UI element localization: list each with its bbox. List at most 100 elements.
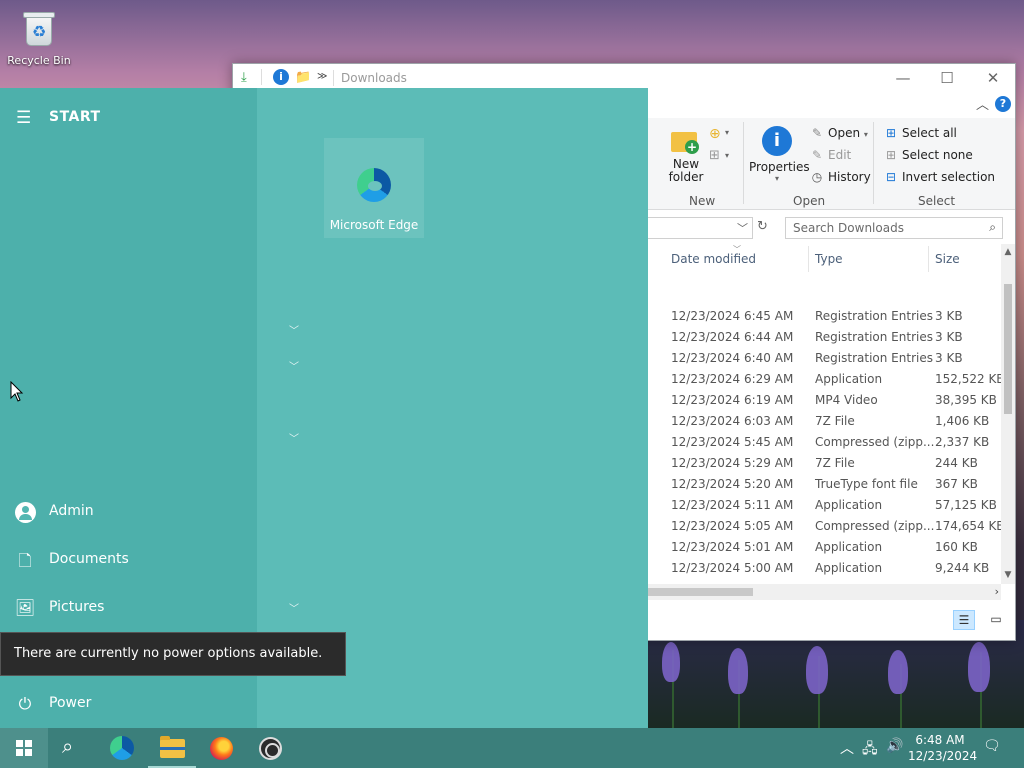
properties-button[interactable]: i Properties ▾ bbox=[749, 124, 810, 188]
tile-microsoft-edge[interactable]: Microsoft Edge bbox=[324, 138, 424, 238]
invert-selection-button[interactable]: ⊟ Invert selection bbox=[883, 170, 995, 184]
minimize-button[interactable]: — bbox=[881, 64, 925, 92]
properties-label: Properties bbox=[749, 160, 810, 174]
file-type: TrueType font file bbox=[815, 477, 918, 491]
details-view-icon[interactable]: ☰ bbox=[953, 610, 975, 630]
taskbar-file-explorer[interactable] bbox=[148, 728, 196, 768]
group-expand-chevron-icon[interactable]: ﹀ bbox=[289, 600, 299, 615]
taskbar-firefox[interactable] bbox=[197, 728, 245, 768]
easy-access-dropdown-icon[interactable]: ▾ bbox=[725, 151, 729, 160]
scroll-up-icon[interactable]: ▲ bbox=[1001, 247, 1015, 257]
sidebar-item-pictures-label: Pictures bbox=[49, 599, 105, 615]
windows-logo-icon bbox=[16, 740, 32, 756]
properties-dropdown-icon: ▾ bbox=[774, 174, 779, 183]
start-title: START bbox=[49, 109, 101, 125]
mouse-cursor-icon bbox=[10, 381, 24, 402]
edge-icon bbox=[110, 736, 134, 760]
column-header-date-modified[interactable]: Date modified bbox=[671, 252, 756, 266]
new-item-dropdown-icon[interactable]: ▾ bbox=[725, 128, 729, 137]
sidebar-item-documents-label: Documents bbox=[49, 551, 129, 567]
vertical-scroll-thumb[interactable] bbox=[1004, 284, 1012, 414]
scroll-right-icon[interactable]: › bbox=[995, 585, 999, 598]
file-type: 7Z File bbox=[815, 414, 855, 428]
user-avatar-icon bbox=[15, 502, 36, 523]
file-date-modified: 12/23/2024 6:44 AM bbox=[671, 330, 794, 344]
properties-quick-icon[interactable]: i bbox=[273, 69, 289, 85]
search-icon: ⌕ bbox=[989, 220, 996, 234]
file-size: 367 KB bbox=[935, 477, 978, 491]
group-expand-chevron-icon[interactable]: ﹀ bbox=[289, 430, 299, 445]
new-item-icon[interactable]: ⊕ bbox=[709, 126, 721, 142]
select-none-button[interactable]: ⊞ Select none bbox=[883, 148, 973, 162]
hamburger-menu-icon[interactable]: ☰ bbox=[16, 108, 31, 128]
network-icon[interactable]: 🖧 bbox=[862, 738, 878, 762]
action-center-icon[interactable]: 🗨 bbox=[983, 738, 1001, 754]
show-hidden-icons-chevron-icon[interactable]: ︿ bbox=[840, 738, 854, 758]
edit-icon: ✎ bbox=[811, 148, 823, 162]
scroll-down-icon[interactable]: ▼ bbox=[1001, 570, 1015, 580]
edit-button[interactable]: ✎ Edit bbox=[809, 148, 851, 162]
select-none-icon: ⊞ bbox=[885, 148, 897, 162]
easy-access-icon[interactable]: ⊞ bbox=[709, 148, 720, 163]
open-button[interactable]: ✎ Open ▾ bbox=[809, 126, 868, 140]
close-button[interactable]: ✕ bbox=[971, 64, 1015, 92]
customize-quick-access-chevron-icon[interactable]: ≫ bbox=[317, 71, 327, 82]
file-size: 174,654 KB bbox=[935, 519, 1001, 533]
file-size: 3 KB bbox=[935, 330, 963, 344]
document-icon: 🗋 bbox=[18, 551, 32, 570]
file-date-modified: 12/23/2024 6:45 AM bbox=[671, 309, 794, 323]
history-icon: ◷ bbox=[811, 170, 823, 184]
clock[interactable]: 6:48 AM 12/23/2024 bbox=[908, 732, 977, 764]
file-type: Compressed (zipp... bbox=[815, 435, 935, 449]
sidebar-item-power-label: Power bbox=[49, 695, 92, 711]
group-expand-chevron-icon[interactable]: ﹀ bbox=[289, 322, 299, 337]
sidebar-item-power[interactable]: ⏻ Power bbox=[0, 682, 257, 726]
search-button[interactable]: ⌕ bbox=[48, 728, 96, 768]
taskbar-edge[interactable] bbox=[98, 728, 146, 768]
file-size: 3 KB bbox=[935, 351, 963, 365]
column-header-size[interactable]: Size bbox=[935, 252, 960, 266]
recycle-bin-desktop-icon[interactable]: ♻ Recycle Bin bbox=[6, 10, 72, 67]
collapse-ribbon-icon[interactable]: ︿ bbox=[976, 94, 989, 113]
select-all-button[interactable]: ⊞ Select all bbox=[883, 126, 957, 140]
file-size: 38,395 KB bbox=[935, 393, 997, 407]
vertical-scrollbar[interactable]: ▲ ▼ bbox=[1001, 244, 1015, 584]
sidebar-item-pictures[interactable]: 🖼 Pictures bbox=[0, 586, 257, 630]
clock-time: 6:48 AM bbox=[915, 733, 965, 747]
file-type: Registration Entries bbox=[815, 330, 933, 344]
select-all-icon: ⊞ bbox=[885, 126, 897, 140]
search-input[interactable] bbox=[786, 218, 976, 238]
sidebar-item-documents[interactable]: 🗋 Documents bbox=[0, 538, 257, 582]
file-type: Registration Entries bbox=[815, 309, 933, 323]
help-icon[interactable]: ? bbox=[995, 96, 1011, 112]
recycle-bin-label: Recycle Bin bbox=[7, 54, 71, 67]
search-box[interactable]: ⌕ bbox=[785, 217, 1003, 239]
column-separator bbox=[928, 246, 929, 272]
firefox-icon bbox=[210, 737, 233, 760]
download-arrow-icon[interactable]: ⤓ bbox=[241, 70, 247, 85]
new-folder-quick-icon[interactable]: 📁 bbox=[295, 70, 311, 85]
history-label: History bbox=[828, 170, 871, 184]
open-label: Open bbox=[828, 126, 861, 140]
file-size: 2,337 KB bbox=[935, 435, 990, 449]
new-folder-button[interactable]: + New folder bbox=[669, 124, 703, 186]
ribbon-group-select-label: Select bbox=[918, 194, 956, 208]
column-header-type[interactable]: Type bbox=[815, 252, 843, 266]
volume-icon[interactable]: 🔊 bbox=[886, 738, 903, 754]
edit-label: Edit bbox=[828, 148, 852, 162]
taskbar: ⌕ ︿ 🖧 🔊 6:48 AM 12/23/2024 🗨 bbox=[0, 728, 1024, 768]
file-size: 160 KB bbox=[935, 540, 978, 554]
large-icons-view-icon[interactable]: ▭ bbox=[985, 610, 1007, 630]
start-button[interactable] bbox=[0, 728, 48, 768]
address-dropdown-icon[interactable]: ﹀ bbox=[737, 220, 748, 236]
select-all-label: Select all bbox=[902, 126, 957, 140]
maximize-button[interactable]: ☐ bbox=[925, 64, 969, 92]
taskbar-obs[interactable] bbox=[246, 728, 294, 768]
group-expand-chevron-icon[interactable]: ﹀ bbox=[289, 358, 299, 373]
tile-microsoft-edge-label: Microsoft Edge bbox=[329, 218, 419, 232]
sidebar-item-user[interactable]: Admin bbox=[0, 490, 257, 534]
history-button[interactable]: ◷ History bbox=[809, 170, 871, 184]
refresh-icon[interactable]: ↻ bbox=[757, 219, 768, 234]
divider bbox=[333, 70, 334, 86]
file-type: 7Z File bbox=[815, 456, 855, 470]
